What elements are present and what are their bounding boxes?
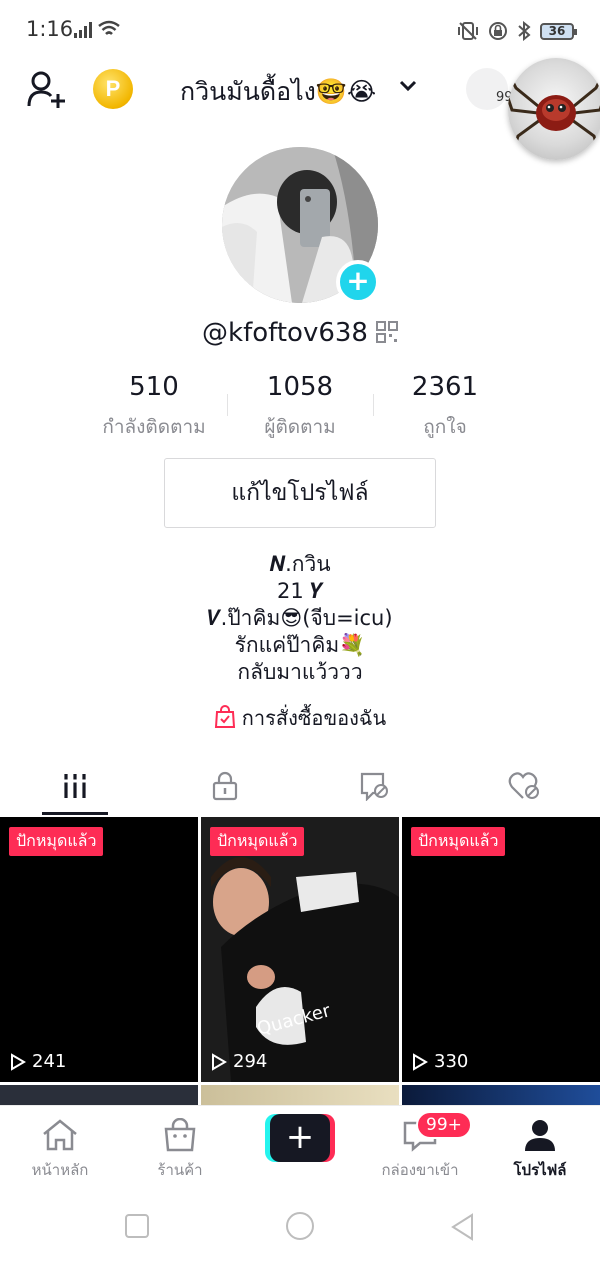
stat-following[interactable]: 510 กำลังติดตาม	[74, 372, 234, 442]
tab-reposts[interactable]	[300, 756, 450, 816]
home-circle-icon[interactable]	[285, 1211, 315, 1241]
bio-line: 21 𝒀	[277, 579, 323, 603]
battery-indicator: 36	[540, 22, 577, 40]
add-avatar-button[interactable]: +	[336, 260, 380, 304]
play-icon	[212, 1052, 227, 1071]
chevron-down-icon[interactable]	[398, 79, 418, 93]
pinned-badge: ปักหมุดแล้ว	[9, 827, 104, 856]
coin-icon[interactable]: P	[93, 69, 133, 109]
play-icon	[11, 1052, 26, 1071]
play-icon	[413, 1052, 428, 1071]
qr-code-icon[interactable]	[375, 321, 398, 343]
create-video-button[interactable]: +	[265, 1114, 335, 1162]
stat-label: ถูกใจ	[423, 416, 467, 438]
bluetooth-icon	[518, 21, 531, 41]
back-triangle-icon[interactable]	[450, 1213, 476, 1241]
video-thumbnail-row2[interactable]	[402, 1085, 600, 1107]
floating-spider-ball[interactable]	[508, 58, 600, 160]
profile-stats: 510 กำลังติดตาม 1058 ผู้ติดตาม 2361 ถูกใ…	[0, 372, 600, 442]
stat-label: ผู้ติดตาม	[264, 416, 336, 438]
video-thumbnail-row2[interactable]	[0, 1085, 198, 1107]
nav-home-label: หน้าหลัก	[31, 1161, 89, 1179]
stat-value: 2361	[411, 372, 479, 402]
video-thumbnail[interactable]: Quacker ปักหมุดแล้ว 294	[201, 817, 399, 1082]
home-icon	[43, 1119, 77, 1151]
username: @kfoftov638	[202, 318, 368, 348]
content-tabs	[0, 756, 600, 816]
spider-icon	[508, 75, 600, 151]
status-time: 1:16	[26, 17, 74, 41]
tab-videos[interactable]	[0, 756, 150, 816]
nav-profile[interactable]: โปรไฟล์	[480, 1106, 600, 1186]
recents-square-icon[interactable]	[124, 1213, 150, 1239]
profile-person-icon	[525, 1120, 555, 1151]
add-friend-icon[interactable]	[26, 68, 68, 110]
username-row: @kfoftov638	[0, 318, 600, 348]
inbox-badge: 99+	[416, 1111, 472, 1139]
nav-inbox-label: กล่องขาเข้า	[381, 1161, 459, 1179]
nav-shop[interactable]: ร้านค้า	[120, 1106, 240, 1186]
status-right: 36	[456, 18, 577, 44]
tab-private[interactable]	[150, 756, 300, 816]
my-orders-link[interactable]: การสั่งซื้อของฉัน	[0, 702, 600, 734]
shopping-bag-icon	[214, 705, 235, 728]
hidden-reposts-icon	[360, 772, 388, 801]
video-thumbnail[interactable]: ปักหมุดแล้ว 330	[402, 817, 600, 1082]
liked-hidden-icon	[508, 772, 539, 799]
play-count: 330	[412, 1051, 468, 1072]
wifi-icon	[98, 20, 120, 35]
lock-rotation-icon	[489, 22, 507, 40]
play-count-value: 330	[434, 1051, 469, 1072]
play-count-value: 241	[32, 1051, 67, 1072]
edit-profile-button[interactable]: แก้ไขโปรไฟล์	[164, 458, 436, 528]
nav-profile-label: โปรไฟล์	[513, 1161, 567, 1179]
tab-liked[interactable]	[450, 756, 600, 816]
stat-value: 510	[129, 372, 179, 402]
video-thumbnail[interactable]: ปักหมุดแล้ว 241	[0, 817, 198, 1082]
stat-label: กำลังติดตาม	[102, 416, 206, 438]
stat-value: 1058	[266, 372, 334, 402]
vibrate-icon	[458, 22, 478, 40]
bottom-navigation: หน้าหลัก ร้านค้า + กล่องขาเข้า 99+ โปรไฟ…	[0, 1105, 600, 1185]
play-count-value: 294	[233, 1051, 268, 1072]
play-count: 241	[10, 1051, 66, 1072]
bio-line: 𝑵.กวิน	[269, 552, 331, 576]
video-thumbnail-image: Quacker	[201, 817, 399, 1082]
plus-icon: +	[270, 1114, 330, 1162]
bio-line: 𝑽.ป๊าคิม😎(จีบ=icu)	[207, 606, 393, 630]
status-bar: 1:16 36	[0, 0, 600, 60]
private-lock-icon	[212, 771, 238, 801]
pinned-badge: ปักหมุดแล้ว	[411, 827, 506, 856]
stat-followers[interactable]: 1058 ผู้ติดตาม	[220, 372, 380, 442]
tab-indicator	[42, 812, 108, 815]
videos-grid-icon	[63, 774, 87, 798]
nav-shop-label: ร้านค้า	[157, 1161, 203, 1179]
profile-bio: 𝑵.กวิน 21 𝒀 𝑽.ป๊าคิม😎(จีบ=icu) รักแค่ป๊า…	[0, 551, 600, 686]
signal-icon	[74, 22, 92, 38]
orders-label: การสั่งซื้อของฉัน	[241, 706, 387, 730]
pinned-badge: ปักหมุดแล้ว	[210, 827, 305, 856]
play-count: 294	[211, 1051, 267, 1072]
video-grid: ปักหมุดแล้ว 241 Quacker ปักหมุดแล้ว 294 …	[0, 817, 600, 1107]
bio-line: รักแค่ป๊าคิม💐	[234, 633, 366, 657]
account-switcher[interactable]: กวินมันดื้อไง🤓😭	[180, 72, 376, 112]
stat-likes[interactable]: 2361 ถูกใจ	[365, 372, 525, 442]
system-navigation-bar	[0, 1185, 600, 1267]
nav-home[interactable]: หน้าหลัก	[0, 1106, 120, 1186]
shop-bag-icon	[164, 1117, 196, 1152]
video-thumbnail-row2[interactable]	[201, 1085, 399, 1107]
bio-line: กลับมาแว้ววว	[237, 660, 363, 684]
